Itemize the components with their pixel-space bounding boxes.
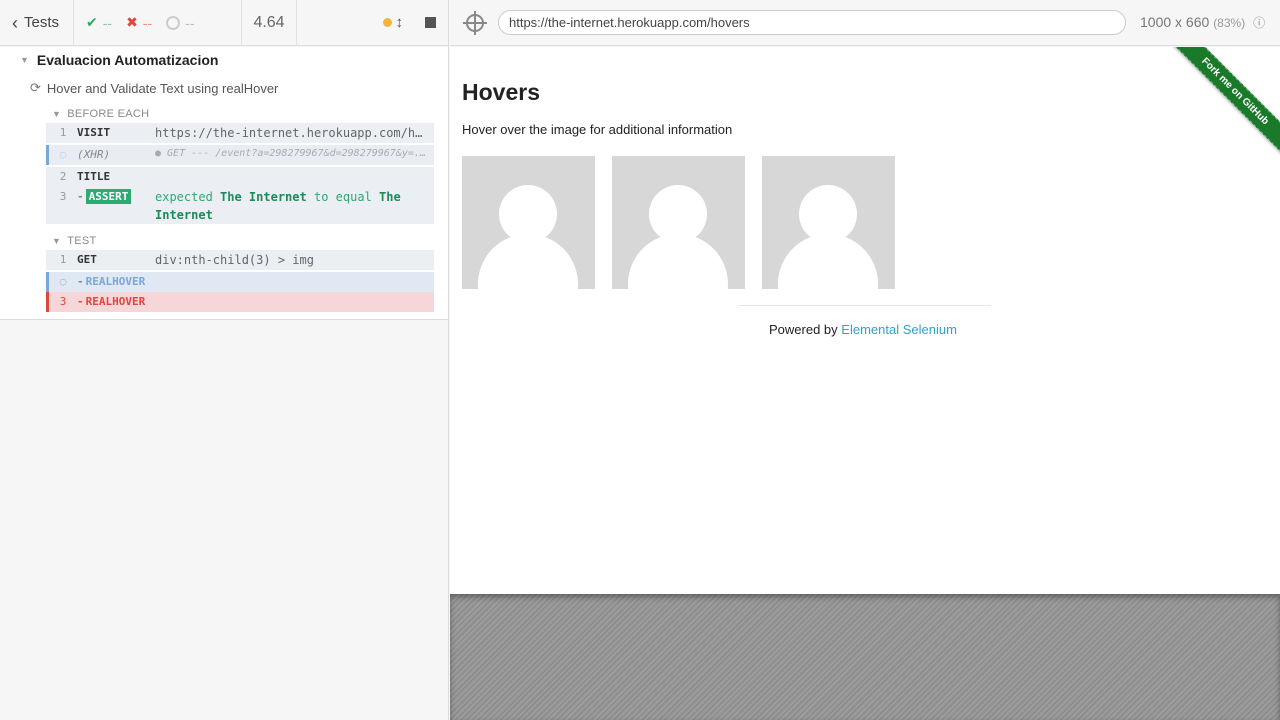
user-avatar-image[interactable] — [462, 156, 595, 289]
aut-iframe: Hovers Hover over the image for addition… — [450, 47, 1280, 594]
github-ribbon[interactable]: Fork me on GitHub — [1160, 47, 1280, 167]
info-icon: ⓘ — [1253, 16, 1266, 30]
pending-stat: -- — [166, 15, 194, 31]
check-icon: ✔ — [86, 14, 98, 30]
caret-down-icon: ▼ — [52, 236, 62, 246]
runnables-list: ▼ Evaluacion Automatizacion ⟳ Hover and … — [0, 47, 448, 320]
footer-divider — [738, 305, 991, 306]
suite-title[interactable]: ▼ Evaluacion Automatizacion — [0, 47, 448, 73]
running-indicator-icon — [382, 18, 392, 27]
viewport-info[interactable]: 1000 x 660 (83%) ⓘ — [1140, 14, 1265, 31]
command-visit[interactable]: 1 VISIT https://the-internet.herokuapp.c… — [46, 123, 434, 143]
aut-header: https://the-internet.herokuapp.com/hover… — [450, 0, 1280, 46]
tests-button[interactable]: ‹ Tests — [0, 0, 74, 46]
test-body-hook[interactable]: ▼ TEST — [0, 232, 448, 250]
test-commands: 1 GET div:nth-child(3) > img ◌ - REALHOVE… — [46, 250, 434, 312]
user-avatar-image[interactable] — [612, 156, 745, 289]
stop-icon[interactable] — [425, 17, 436, 28]
command-xhr[interactable]: ◌ (XHR) ● GET --- /event?a=298279967&d=2… — [46, 145, 434, 165]
run-controls: ↕ — [297, 0, 448, 46]
assert-badge: ASSERT — [85, 189, 132, 204]
user-avatar-image[interactable] — [762, 156, 895, 289]
before-each-commands: 1 VISIT https://the-internet.herokuapp.c… — [46, 123, 434, 224]
command-title[interactable]: 2 TITLE — [46, 167, 434, 187]
caret-down-icon: ▼ — [52, 109, 62, 119]
command-realhover-running[interactable]: ◌ - REALHOVER — [46, 272, 434, 292]
app-under-test: https://the-internet.herokuapp.com/hover… — [450, 0, 1280, 720]
pending-circle-icon — [166, 15, 181, 30]
command-log-panel: ‹ Tests ✔ -- ✖ -- -- 4.64 ↕ ▼ Evaluacion… — [0, 0, 449, 720]
x-icon: ✖ — [126, 14, 138, 30]
run-duration: 4.64 — [242, 0, 297, 46]
test-stats: ✔ -- ✖ -- -- — [74, 0, 242, 46]
viewport-background — [450, 594, 1280, 720]
page-title: Hovers — [462, 79, 540, 105]
reporter-header: ‹ Tests ✔ -- ✖ -- -- 4.64 ↕ — [0, 0, 448, 46]
spinner-icon: ◌ — [59, 148, 67, 161]
selector-playground-icon[interactable] — [466, 13, 484, 32]
figures — [462, 156, 895, 289]
refresh-icon: ⟳ — [30, 80, 41, 95]
failed-stat: ✖ -- — [126, 14, 153, 31]
command-get[interactable]: 1 GET div:nth-child(3) > img — [46, 250, 434, 270]
elemental-selenium-link[interactable]: Elemental Selenium — [841, 322, 957, 337]
chevron-left-icon: ‹ — [12, 12, 18, 33]
tests-label: Tests — [24, 14, 60, 31]
page-description: Hover over the image for additional info… — [462, 122, 733, 137]
auto-scroll-icon[interactable]: ↕ — [396, 14, 404, 31]
command-realhover-failed[interactable]: 3 - REALHOVER — [46, 292, 434, 312]
spinner-icon: ◌ — [59, 275, 67, 288]
before-each-hook[interactable]: ▼ BEFORE EACH — [0, 105, 448, 123]
url-field[interactable]: https://the-internet.herokuapp.com/hover… — [498, 10, 1126, 35]
test-title[interactable]: ⟳ Hover and Validate Text using realHove… — [0, 73, 448, 103]
passed-stat: ✔ -- — [86, 14, 113, 31]
caret-down-icon: ▼ — [20, 55, 29, 65]
command-assert[interactable]: 3 - ASSERT expected The Internet to equal… — [46, 187, 434, 224]
